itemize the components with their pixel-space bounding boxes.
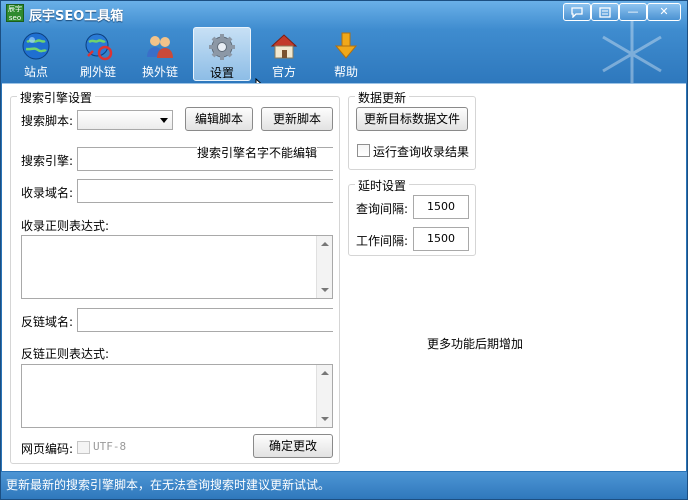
app-window: 辰宇 seo 辰宇SEO工具箱 — ✕ 站点 刷外链 换外链 设置 官方 帮助 …: [0, 0, 688, 500]
toolbar-label-brush-links: 刷外链: [79, 65, 116, 79]
script-select[interactable]: [77, 110, 173, 130]
index-regex-textarea[interactable]: [21, 235, 333, 299]
work-interval-field[interactable]: 1500: [413, 227, 469, 251]
run-query-checkbox[interactable]: [357, 144, 370, 157]
data-update-group-title: 数据更新: [355, 89, 410, 106]
data-update-group: 数据更新 更新目标数据文件 运行查询收录结果: [348, 89, 476, 170]
backlink-domain-label: 反链域名:: [21, 315, 74, 329]
window-title: 辰宇SEO工具箱: [29, 9, 124, 24]
encoding-checkbox[interactable]: [77, 441, 90, 454]
toolbar-item-official[interactable]: 官方: [255, 27, 313, 81]
index-regex-scrollbar[interactable]: [316, 236, 332, 298]
engine-label: 搜索引擎:: [21, 154, 74, 168]
house-icon: [270, 34, 298, 59]
people-icon: [147, 36, 173, 58]
delay-settings-group: 延时设置 查询间隔: 1500 工作间隔: 1500: [348, 177, 476, 256]
feedback-button[interactable]: [563, 3, 591, 21]
toolbar-item-settings[interactable]: 设置: [193, 27, 251, 81]
update-script-button[interactable]: 更新脚本: [261, 107, 333, 131]
backlink-regex-scrollbar[interactable]: [316, 365, 332, 427]
script-label: 搜索脚本:: [21, 114, 74, 128]
engine-group-title: 搜索引擎设置: [17, 89, 96, 106]
app-logo-icon: 辰宇 seo: [6, 4, 24, 22]
edit-script-button[interactable]: 编辑脚本: [185, 107, 253, 131]
toolbar-label-exchange-links: 换外链: [141, 65, 178, 79]
settings-panel: 搜索引擎设置 搜索脚本: 编辑脚本 更新脚本 搜索引擎: 搜索引擎名字不能编辑 …: [2, 83, 686, 471]
index-domain-field[interactable]: [77, 179, 333, 203]
header: 辰宇 seo 辰宇SEO工具箱 — ✕ 站点 刷外链 换外链 设置 官方 帮助: [1, 1, 687, 87]
engine-note: 搜索引擎名字不能编辑: [197, 144, 318, 161]
backlink-regex-label: 反链正则表达式:: [21, 347, 110, 361]
toolbar-label-site: 站点: [23, 65, 48, 79]
scroll-up-icon[interactable]: [321, 242, 329, 246]
arrow-down-icon: [334, 32, 358, 59]
delay-group-title: 延时设置: [355, 177, 410, 194]
index-regex-label: 收录正则表达式:: [21, 219, 110, 233]
encoding-label: 网页编码:: [21, 442, 74, 456]
engine-settings-group: 搜索引擎设置 搜索脚本: 编辑脚本 更新脚本 搜索引擎: 搜索引擎名字不能编辑 …: [10, 89, 340, 464]
speech-bubble-icon: [571, 7, 583, 19]
toolbar-item-help[interactable]: 帮助: [317, 27, 375, 81]
globe-link-icon: [85, 33, 113, 61]
toolbar-item-site[interactable]: 站点: [7, 27, 65, 81]
backlink-regex-textarea[interactable]: [21, 364, 333, 428]
globe-icon: [22, 32, 50, 60]
run-query-label: 运行查询收录结果: [373, 145, 470, 159]
scroll-down-icon[interactable]: [321, 417, 329, 421]
encoding-option-label: UTF-8: [93, 440, 127, 453]
confirm-change-button[interactable]: 确定更改: [253, 434, 333, 458]
toolbar-label-settings: 设置: [209, 66, 234, 80]
index-domain-label: 收录域名:: [21, 186, 74, 200]
more-features-text: 更多功能后期增加: [427, 337, 524, 351]
query-interval-label: 查询间隔:: [356, 202, 409, 216]
status-bar: 更新最新的搜索引擎脚本，在无法查询搜索时建议更新试试。: [1, 472, 687, 499]
menu-icon: [599, 7, 611, 18]
minimize-button[interactable]: —: [619, 3, 647, 21]
gear-icon: [209, 34, 235, 60]
backlink-domain-field[interactable]: [77, 308, 333, 332]
scroll-up-icon[interactable]: [321, 371, 329, 375]
toolbar-item-exchange-links[interactable]: 换外链: [131, 27, 189, 81]
toolbar-item-brush-links[interactable]: 刷外链: [69, 27, 127, 81]
query-interval-field[interactable]: 1500: [413, 195, 469, 219]
update-target-data-button[interactable]: 更新目标数据文件: [356, 107, 468, 131]
main-toolbar: 站点 刷外链 换外链 设置 官方 帮助: [1, 25, 687, 83]
main-menu-button[interactable]: [591, 3, 619, 21]
toolbar-label-help: 帮助: [333, 65, 358, 79]
work-interval-label: 工作间隔:: [356, 234, 409, 248]
title-bar: 辰宇 seo 辰宇SEO工具箱 — ✕: [1, 1, 687, 25]
chevron-down-icon: [160, 118, 168, 123]
scroll-down-icon[interactable]: [321, 288, 329, 292]
close-button[interactable]: ✕: [647, 3, 681, 21]
